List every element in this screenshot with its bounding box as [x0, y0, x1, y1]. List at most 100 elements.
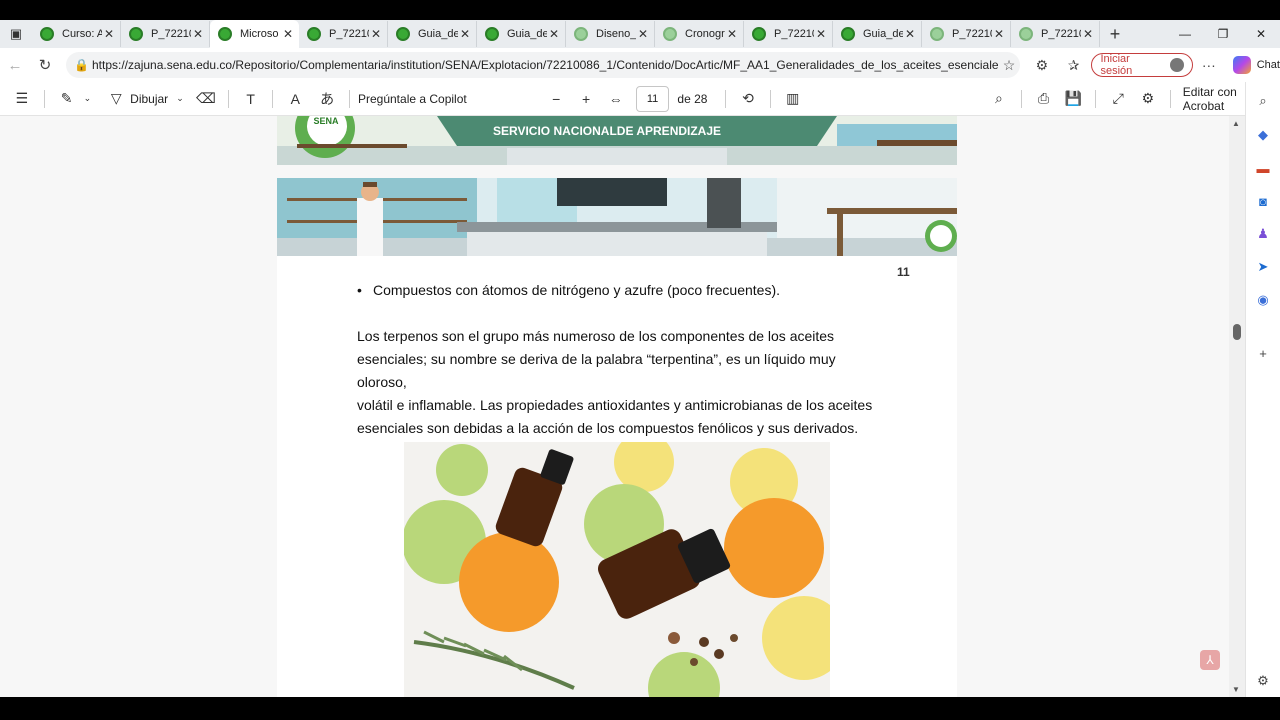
browser-tab[interactable]: Microso ✕	[210, 20, 299, 48]
sidebar-add-icon[interactable]: +	[1254, 344, 1272, 362]
browser-tab[interactable]: P_72210 ✕	[299, 21, 388, 47]
contents-list-icon[interactable]: ☰	[8, 90, 36, 107]
close-tab-icon[interactable]: ✕	[992, 27, 1006, 41]
bullet-icon: •	[357, 282, 362, 298]
browser-tab[interactable]: Guia_de ✕	[477, 21, 566, 47]
close-tab-icon[interactable]: ✕	[636, 27, 650, 41]
page-total: de 28	[677, 91, 708, 106]
zoom-in-icon[interactable]: +	[572, 91, 600, 107]
translate-icon[interactable]: あ	[313, 89, 341, 109]
browser-tab[interactable]: Guia_de ✕	[388, 21, 477, 47]
rotate-icon[interactable]: ⟲	[734, 90, 762, 107]
extensions-icon[interactable]: ⚙	[1026, 57, 1058, 74]
find-icon[interactable]: ⌕	[985, 90, 1013, 107]
copilot-chat-button[interactable]: Chat	[1232, 56, 1280, 74]
browser-tab[interactable]: Curso: A ✕	[32, 21, 121, 47]
acrobat-icon[interactable]: ⅄	[1200, 650, 1220, 670]
paragraph: Los terpenos son el grupo más numeroso d…	[357, 325, 877, 440]
close-tab-icon[interactable]: ✕	[547, 27, 561, 41]
favorite-star-icon[interactable]: ☆	[998, 57, 1020, 74]
highlight-icon[interactable]: ✎	[53, 90, 81, 107]
close-tab-icon[interactable]: ✕	[1081, 27, 1095, 41]
browser-tab[interactable]: P_72210 ✕	[744, 21, 833, 47]
close-tab-icon[interactable]: ✕	[369, 27, 383, 41]
close-tab-icon[interactable]: ✕	[102, 27, 116, 41]
divider	[349, 89, 350, 108]
browser-tab[interactable]: P_72210 ✕	[121, 21, 210, 47]
browser-tab[interactable]: P_72210 ✕	[922, 21, 1011, 47]
sidebar-games-icon[interactable]: ♟	[1254, 225, 1272, 243]
page-view-icon[interactable]: ▥	[779, 90, 807, 107]
close-tab-icon[interactable]: ✕	[725, 27, 739, 41]
fullscreen-icon[interactable]: ⤢	[1104, 90, 1132, 107]
close-tab-icon[interactable]: ✕	[191, 27, 205, 41]
site-info-icon[interactable]: 🔒	[74, 58, 92, 72]
close-tab-icon[interactable]: ✕	[903, 27, 917, 41]
divider	[725, 89, 727, 108]
scroll-down-icon[interactable]: ▼	[1232, 685, 1240, 694]
sidebar-tag-icon[interactable]: ◆	[1254, 126, 1272, 144]
minimize-icon[interactable]: —	[1166, 20, 1204, 48]
browser-tab[interactable]: P_72210 ✕	[1011, 21, 1100, 47]
sidebar-tools-icon[interactable]: ▬	[1254, 159, 1272, 177]
banner-title: SERVICIO NACIONALDE APRENDIZAJE	[493, 124, 722, 138]
favorites-icon[interactable]: ✰	[1058, 57, 1090, 74]
save-icon[interactable]: 💾	[1060, 90, 1088, 107]
tab-bar: ▣ Curso: A ✕ P_72210 ✕ Microso ✕ P_72210 ✕ Guia_…	[0, 20, 1280, 48]
bullet-text: Compuestos con átomos de nitrógeno y azu…	[373, 282, 780, 298]
browser-tab[interactable]: Cronogr ✕	[655, 21, 744, 47]
sena-logo: SENA	[313, 116, 339, 126]
draw-dropdown-icon[interactable]: ⌄	[168, 93, 192, 104]
site-favicon-icon	[574, 27, 588, 41]
more-options-icon[interactable]: ···	[1193, 57, 1225, 73]
zoom-out-icon[interactable]: −	[542, 91, 570, 107]
tab-title: P_72210	[1041, 28, 1081, 40]
tab-title: P_72210	[329, 28, 369, 40]
close-window-icon[interactable]: ✕	[1242, 20, 1280, 48]
sidebar-settings-icon[interactable]: ⚙	[1254, 672, 1272, 690]
sidebar-search-icon[interactable]: ⌕	[1254, 92, 1272, 110]
highlight-dropdown-icon[interactable]: ⌄	[81, 93, 95, 104]
refresh-icon[interactable]: ↻	[30, 50, 60, 80]
sidebar-outlook-icon[interactable]: ◙	[1254, 192, 1272, 210]
pdf-viewer[interactable]: SENA SERVICIO NACIONALDE APRENDIZAJE 11 …	[0, 116, 1229, 697]
text-box-icon[interactable]: T	[237, 91, 265, 107]
avatar-icon	[1170, 58, 1184, 72]
url-field[interactable]: 🔒 https://zajuna.sena.edu.co/Repositorio…	[66, 52, 1020, 78]
page-number-input[interactable]: 11	[635, 85, 670, 112]
browser-tab[interactable]: Guia_de ✕	[833, 21, 922, 47]
sidebar-office-icon[interactable]: ◉	[1254, 291, 1272, 309]
read-aloud-icon[interactable]: A	[281, 91, 309, 107]
fit-page-icon[interactable]: ⇔	[602, 91, 630, 107]
browser-tab[interactable]: Diseno_ ✕	[566, 21, 655, 47]
scroll-thumb[interactable]	[1233, 324, 1241, 340]
restore-icon[interactable]: ❐	[1204, 20, 1242, 48]
tab-title: P_72210	[774, 28, 814, 40]
bullet-list-item: • Compuestos con átomos de nitrógeno y a…	[357, 282, 780, 298]
draw-button[interactable]: Dibujar	[130, 92, 168, 106]
pdf-page: 11 • Compuestos con átomos de nitrógeno …	[277, 178, 957, 697]
eraser-icon[interactable]: ⌫	[192, 90, 220, 107]
bottom-letterbox	[0, 697, 1280, 720]
close-tab-icon[interactable]: ✕	[458, 27, 472, 41]
site-favicon-icon	[663, 27, 677, 41]
new-tab-button[interactable]: +	[1100, 24, 1130, 45]
url-text[interactable]: https://zajuna.sena.edu.co/Repositorio/C…	[92, 58, 998, 72]
signin-button[interactable]: Iniciar sesión	[1091, 53, 1193, 77]
back-icon[interactable]: ←	[0, 50, 30, 80]
close-tab-icon[interactable]: ✕	[281, 27, 295, 41]
divider	[1095, 89, 1097, 108]
scroll-up-icon[interactable]: ▲	[1232, 119, 1240, 128]
tab-actions-menu-icon[interactable]: ▣	[0, 20, 32, 48]
window-controls: — ❐ ✕	[1166, 20, 1280, 48]
divider	[43, 89, 45, 108]
draw-icon[interactable]: ▽	[102, 90, 130, 107]
sidebar-send-icon[interactable]: ➤	[1254, 258, 1272, 276]
print-icon[interactable]: ⎙	[1030, 90, 1058, 107]
vertical-scrollbar[interactable]: ▲ ▼	[1229, 116, 1245, 697]
ask-copilot-button[interactable]: Pregúntale a Copilot	[358, 92, 542, 106]
settings-icon[interactable]: ⚙	[1134, 90, 1162, 107]
tab-title: Guia_de	[863, 28, 903, 40]
close-tab-icon[interactable]: ✕	[814, 27, 828, 41]
paragraph-line: volátil e inflamable. Las propiedades an…	[357, 397, 873, 413]
